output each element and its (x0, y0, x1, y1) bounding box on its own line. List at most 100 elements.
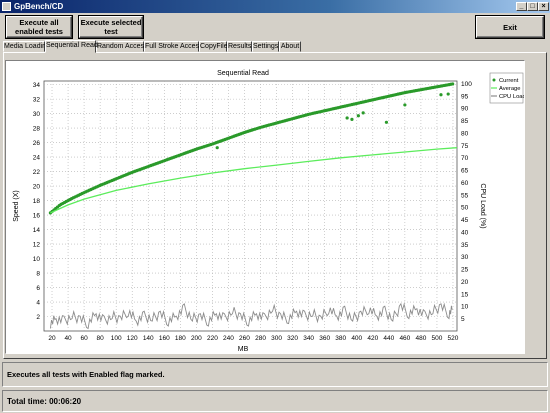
current-outlier-point (350, 117, 354, 122)
x-tick-label: 340 (303, 335, 314, 342)
tab-about[interactable]: About (279, 41, 301, 52)
y2-tick-label: 20 (461, 279, 469, 286)
tab-label: Sequential Read (46, 42, 98, 49)
x-tick-label: 400 (351, 335, 362, 342)
y-tick-label: 28 (33, 126, 41, 133)
y2-tick-label: 30 (461, 254, 469, 261)
y2-tick-label: 65 (461, 168, 469, 175)
x-tick-label: 80 (97, 335, 105, 342)
x-tick-label: 360 (319, 335, 330, 342)
x-tick-label: 260 (239, 335, 250, 342)
tab-label: CopyFile (200, 43, 228, 50)
y2-tick-label: 55 (461, 192, 469, 199)
x-tick-label: 440 (383, 335, 394, 342)
title-bar[interactable]: GpBench/CD _ □ × (0, 0, 550, 13)
exit-button[interactable]: Exit (476, 16, 544, 38)
x-tick-label: 180 (175, 335, 186, 342)
tab-label: About (280, 43, 300, 50)
y2-tick-label: 40 (461, 229, 469, 236)
window-title: GpBench/CD (14, 2, 64, 11)
tab-copyfile[interactable]: CopyFile (199, 41, 228, 52)
y-tick-label: 2 (36, 314, 40, 321)
y-tick-label: 30 (33, 111, 41, 118)
y-tick-label: 6 (36, 285, 40, 292)
x-tick-label: 40 (64, 335, 72, 342)
current-point (451, 82, 455, 86)
legend: Current Average CPU Load (489, 72, 526, 104)
y2-tick-label: 50 (461, 205, 469, 212)
tab-label: Settings (253, 43, 279, 50)
execute-all-button[interactable]: Execute all enabled tests (6, 16, 72, 38)
tab-full-stroke-access[interactable]: Full Stroke Access (144, 41, 203, 52)
y2-tick-label: 15 (461, 291, 469, 298)
current-outlier-point (439, 93, 443, 97)
legend-label: Current (499, 78, 519, 84)
tab-results[interactable]: Results (227, 41, 252, 52)
y2-tick-label: 5 (461, 316, 465, 323)
y2-axis-label: CPU Load (%) (479, 183, 486, 228)
x-tick-label: 220 (207, 335, 218, 342)
execute-all-label: Execute all enabled tests (15, 18, 63, 36)
y2-tick-label: 85 (461, 118, 469, 125)
close-icon[interactable]: × (538, 2, 549, 11)
tab-media-loading[interactable]: Media Loading (3, 41, 50, 52)
x-tick-label: 240 (223, 335, 234, 342)
x-tick-label: 480 (415, 335, 426, 342)
tab-settings[interactable]: Settings (252, 41, 279, 52)
execute-selected-button[interactable]: Execute selected test (79, 16, 143, 38)
execute-selected-label: Execute selected test (80, 18, 142, 36)
y2-tick-label: 95 (461, 93, 469, 100)
y-tick-label: 12 (33, 242, 41, 249)
chart-area: 2 4 6 8 10 12 14 16 18 20 22 24 26 28 30 32 34 5 10 15 20 25… (5, 60, 526, 354)
total-time-bar: Total time: 00:06:20 (2, 390, 548, 412)
tab-sequential-read[interactable]: Sequential Read (45, 40, 98, 53)
status-message: Executes all tests with Enabled flag mar… (7, 370, 165, 379)
y2-tick-label: 45 (461, 217, 469, 224)
x-tick-label: 500 (432, 335, 443, 342)
y-tick-label: 14 (33, 227, 41, 234)
x-tick-label: 420 (367, 335, 378, 342)
tab-label: Random Access (97, 43, 148, 50)
x-tick-label: 120 (127, 335, 138, 342)
x-tick-label: 520 (448, 335, 459, 342)
minimize-icon[interactable]: _ (516, 2, 527, 11)
x-tick-label: 200 (191, 335, 202, 342)
y-tick-label: 34 (33, 82, 41, 89)
y2-tick-label: 75 (461, 143, 469, 150)
y2-tick-label: 10 (461, 304, 469, 311)
sequential-read-chart: 246810121416182022242628303234 510152025… (6, 61, 526, 353)
y-tick-label: 4 (36, 300, 40, 307)
current-outlier-point (361, 111, 365, 115)
tab-label: Full Stroke Access (145, 43, 203, 50)
y2-tick-label: 35 (461, 242, 469, 249)
chart-title: Sequential Read (217, 70, 269, 77)
y-tick-label: 24 (33, 155, 41, 162)
y-tick-label: 18 (33, 198, 41, 205)
x-tick-label: 300 (271, 335, 282, 342)
y-tick-label: 26 (33, 140, 41, 147)
x-axis-label: MB (238, 346, 249, 353)
x-tick-label: 140 (143, 335, 154, 342)
current-outlier-point (215, 146, 219, 150)
exit-label: Exit (503, 22, 517, 32)
current-outlier-point (446, 92, 450, 96)
tab-label: Media Loading (4, 43, 50, 50)
app-icon (2, 2, 11, 11)
x-tick-label: 20 (48, 335, 56, 342)
total-time: Total time: 00:06:20 (7, 397, 82, 406)
y2-tick-label: 100 (461, 81, 472, 88)
maximize-icon[interactable]: □ (527, 2, 538, 11)
y2-tick-label: 70 (461, 155, 469, 162)
y-tick-label: 16 (33, 213, 41, 220)
current-outlier-point (384, 120, 389, 124)
y-tick-label: 8 (36, 271, 40, 278)
y2-tick-label: 25 (461, 267, 469, 274)
x-tick-label: 160 (159, 335, 170, 342)
tab-label: Results (228, 43, 252, 50)
y-tick-label: 22 (33, 169, 41, 176)
legend-marker-current (492, 78, 496, 82)
current-outlier-point (345, 116, 349, 120)
x-tick-label: 320 (287, 335, 298, 342)
tab-random-access[interactable]: Random Access (96, 41, 148, 52)
y-tick-label: 10 (33, 256, 41, 263)
